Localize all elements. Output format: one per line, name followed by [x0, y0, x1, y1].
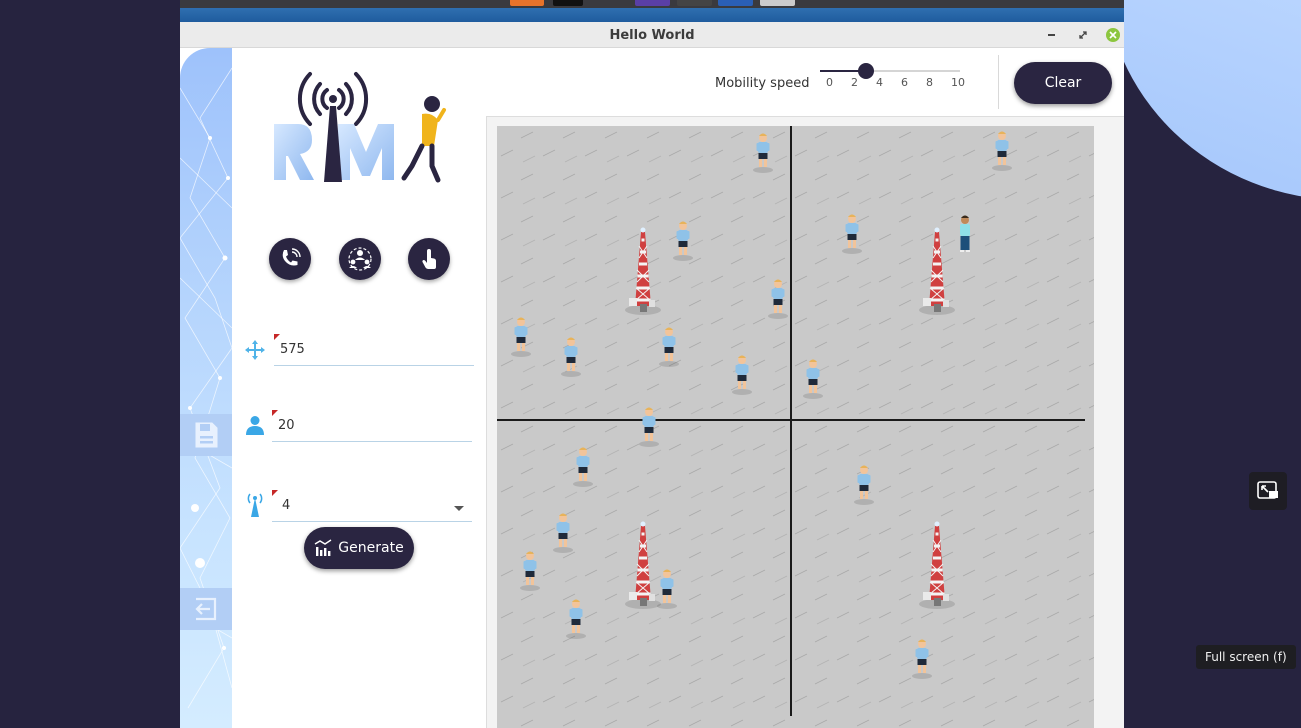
- required-flag: [272, 410, 278, 416]
- fullscreen-button[interactable]: [1249, 472, 1287, 510]
- simulation-map[interactable]: [497, 126, 1094, 728]
- chevron-down-icon: [454, 506, 464, 511]
- slider-tick-label: 6: [901, 76, 908, 89]
- taskbar-highlight: [180, 8, 1124, 22]
- map-canvas[interactable]: [497, 126, 1094, 728]
- exit-side-button[interactable]: [180, 588, 232, 630]
- move-arrows-icon: [242, 337, 268, 363]
- fullscreen-icon: [1257, 481, 1278, 499]
- slider-tick-label: 2: [851, 76, 858, 89]
- selected-user[interactable]: [960, 215, 970, 253]
- save-icon: [195, 422, 218, 448]
- control-panel: 575 20 4 Generate: [232, 48, 486, 728]
- slider-tick-label: 0: [826, 76, 833, 89]
- slider-tick-label: 8: [926, 76, 933, 89]
- logout-icon: [195, 597, 217, 621]
- call-tool-button[interactable]: [269, 238, 311, 280]
- users-network-icon: [348, 247, 372, 271]
- floor-tiles: [497, 126, 1094, 728]
- area-value: 575: [280, 342, 305, 357]
- minimize-button[interactable]: [1045, 28, 1059, 42]
- app-window: Hello World 575 20 4 Generate Mobility s…: [180, 22, 1124, 728]
- maximize-button[interactable]: [1076, 28, 1090, 42]
- generate-label: Generate: [338, 540, 404, 556]
- required-flag: [274, 334, 280, 340]
- phone-icon: [282, 248, 301, 266]
- touch-tool-button[interactable]: [408, 238, 450, 280]
- minimize-icon: [1048, 34, 1055, 36]
- window-title: Hello World: [609, 28, 695, 43]
- app-logo: [274, 72, 446, 183]
- title-bar: Hello World: [180, 22, 1124, 48]
- clear-button[interactable]: Clear: [1014, 62, 1112, 104]
- group-tool-button[interactable]: [339, 238, 381, 280]
- antennas-value: 4: [282, 498, 291, 513]
- antenna-icon: [242, 492, 268, 518]
- required-flag: [272, 490, 278, 496]
- generate-button[interactable]: Generate: [304, 527, 414, 569]
- users-input[interactable]: 20: [272, 410, 472, 442]
- desktop-wallpaper-arc: [1124, 0, 1301, 207]
- mobility-speed-label: Mobility speed: [715, 76, 810, 91]
- antennas-select[interactable]: 4: [272, 490, 472, 522]
- users-value: 20: [278, 418, 295, 433]
- toolbar-divider: [998, 55, 999, 109]
- user-icon: [242, 412, 268, 438]
- area-input[interactable]: 575: [274, 334, 474, 366]
- chart-generate-icon: [314, 539, 332, 556]
- close-button[interactable]: [1106, 28, 1120, 42]
- hand-pointer-icon: [422, 249, 436, 269]
- slider-tick-label: 10: [951, 76, 965, 89]
- fullscreen-tooltip: Full screen (f): [1196, 645, 1296, 669]
- save-side-button[interactable]: [180, 414, 232, 456]
- maximize-icon: [1079, 31, 1087, 39]
- slider-tick-label: 4: [876, 76, 883, 89]
- close-icon: [1109, 31, 1117, 39]
- top-panel: [180, 0, 1124, 8]
- slider-ticks: 0 2 4 6 8 10: [820, 76, 970, 90]
